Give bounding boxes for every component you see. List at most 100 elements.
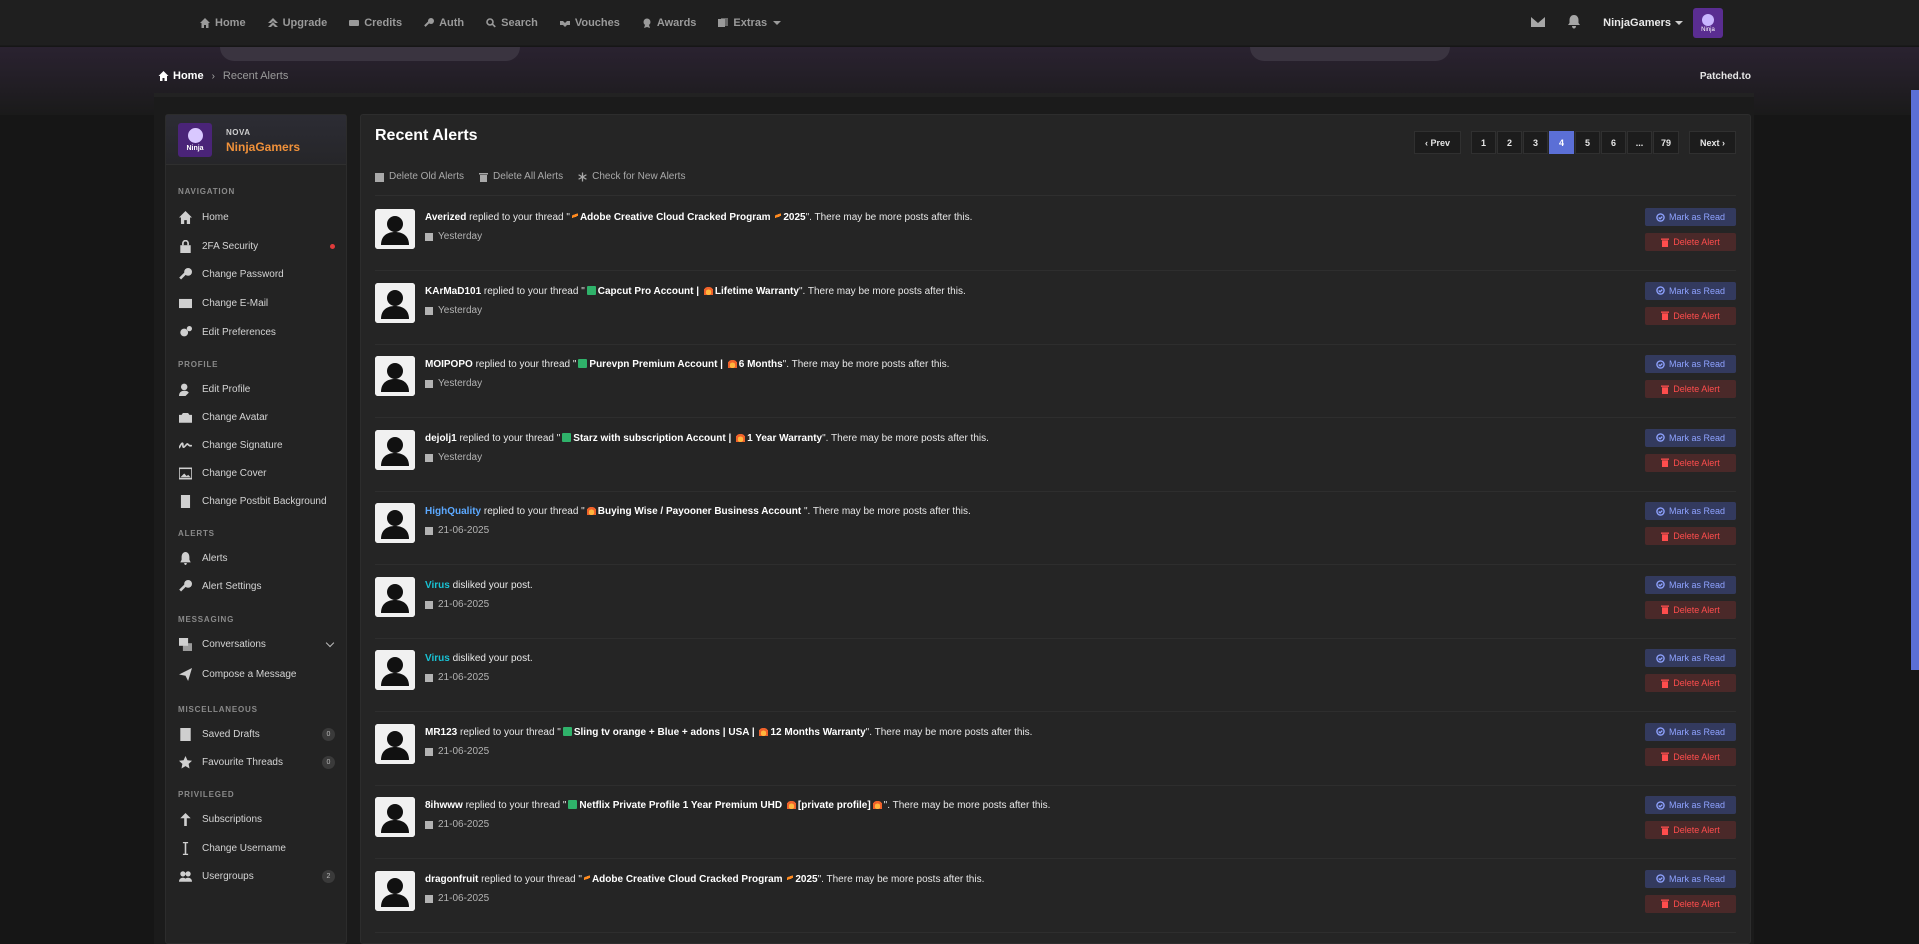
thread-title[interactable]: Adobe Creative Cloud Cracked Program bbox=[580, 212, 771, 223]
user-avatar[interactable] bbox=[375, 209, 415, 249]
alert-username[interactable]: MOIPOPO bbox=[425, 359, 473, 370]
user-avatar[interactable] bbox=[375, 503, 415, 543]
mark-as-read-button[interactable]: Mark as Read bbox=[1645, 355, 1736, 373]
site-name[interactable]: Patched.to bbox=[1700, 71, 1751, 82]
delete-alert-button[interactable]: Delete Alert bbox=[1645, 600, 1736, 619]
sidebar-item-edit-preferences[interactable]: Edit Preferences bbox=[178, 323, 338, 341]
nav-awards[interactable]: Awards bbox=[642, 17, 696, 29]
delete-alert-button[interactable]: Delete Alert bbox=[1645, 747, 1736, 766]
alert-username[interactable]: Virus bbox=[425, 580, 450, 591]
alert-username[interactable]: KArMaD101 bbox=[425, 286, 481, 297]
sidebar-item-change-email[interactable]: Change E-Mail bbox=[178, 294, 338, 312]
sidebar-item-subscriptions[interactable]: Subscriptions bbox=[178, 810, 338, 828]
sidebar-item-change-postbit-background[interactable]: Change Postbit Background bbox=[178, 492, 338, 510]
nav-home[interactable]: Home bbox=[200, 17, 246, 29]
mark-as-read-button[interactable]: Mark as Read bbox=[1645, 575, 1736, 594]
pagination-page[interactable]: 5 bbox=[1574, 131, 1600, 154]
pagination-ellipsis[interactable]: ... bbox=[1626, 131, 1652, 154]
delete-all-alerts-button[interactable]: Delete All Alerts bbox=[479, 171, 563, 182]
thread-title[interactable]: Purevpn Premium Account | bbox=[589, 359, 723, 370]
pagination-page[interactable]: 3 bbox=[1522, 131, 1548, 154]
sidebar-item-change-username[interactable]: Change Username bbox=[178, 839, 338, 857]
sidebar-item-change-signature[interactable]: Change Signature bbox=[178, 436, 338, 454]
alert-username[interactable]: HighQuality bbox=[425, 506, 481, 517]
sidebar-item-home[interactable]: Home bbox=[178, 208, 338, 226]
nav-search[interactable]: Search bbox=[486, 17, 538, 29]
alert-username[interactable]: dejolj1 bbox=[425, 433, 457, 444]
breadcrumb-home[interactable]: Home bbox=[158, 70, 204, 82]
delete-alert-button[interactable]: Delete Alert bbox=[1645, 453, 1736, 472]
mark-as-read-button[interactable]: Mark as Read bbox=[1645, 722, 1736, 741]
user-menu-caret-icon[interactable] bbox=[1675, 21, 1683, 25]
thread-title[interactable]: Adobe Creative Cloud Cracked Program bbox=[592, 874, 783, 885]
pagination-page[interactable]: 1 bbox=[1470, 131, 1496, 154]
nav-auth[interactable]: Auth bbox=[424, 17, 464, 29]
sidebar-item-edit-profile[interactable]: Edit Profile bbox=[178, 380, 338, 398]
sidebar-item-alert-settings[interactable]: Alert Settings bbox=[178, 577, 338, 595]
sidebar-item-change-avatar[interactable]: Change Avatar bbox=[178, 408, 338, 426]
mark-as-read-button[interactable]: Mark as Read bbox=[1645, 649, 1736, 667]
thread-title[interactable]: Capcut Pro Account | bbox=[598, 286, 699, 297]
mark-as-read-button[interactable]: Mark as Read bbox=[1645, 428, 1736, 447]
sidebar-item-conversations[interactable]: Conversations bbox=[178, 635, 338, 653]
page-scrollbar[interactable] bbox=[1911, 90, 1919, 670]
delete-alert-button[interactable]: Delete Alert bbox=[1645, 306, 1736, 325]
delete-alert-button[interactable]: Delete Alert bbox=[1645, 527, 1736, 545]
sidebar-item-alerts[interactable]: Alerts bbox=[178, 549, 338, 567]
alert-username[interactable]: dragonfruit bbox=[425, 874, 478, 885]
delete-alert-button[interactable]: Delete Alert bbox=[1645, 380, 1736, 398]
user-avatar[interactable] bbox=[375, 650, 415, 690]
delete-old-alerts-button[interactable]: Delete Old Alerts bbox=[375, 171, 464, 182]
nav-credits[interactable]: Credits bbox=[349, 17, 402, 29]
user-avatar[interactable] bbox=[375, 429, 415, 470]
user-avatar[interactable] bbox=[375, 870, 415, 911]
delete-alert-button[interactable]: Delete Alert bbox=[1645, 233, 1736, 251]
pagination-prev[interactable]: ‹ Prev bbox=[1413, 131, 1461, 154]
user-avatar[interactable] bbox=[375, 797, 415, 837]
thread-title[interactable]: Buying Wise / Payooner Business Account bbox=[598, 506, 801, 517]
thread-title[interactable]: Starz with subscription Account | bbox=[573, 433, 731, 444]
nav-extras[interactable]: Extras bbox=[718, 17, 782, 29]
user-avatar[interactable] bbox=[375, 282, 415, 323]
sidebar-item-2fa-security[interactable]: 2FA Security bbox=[178, 237, 338, 255]
mark-as-read-button[interactable]: Mark as Read bbox=[1645, 502, 1736, 520]
pagination-page[interactable]: 79 bbox=[1652, 131, 1679, 154]
delete-alert-button[interactable]: Delete Alert bbox=[1645, 894, 1736, 913]
user-cp-sidebar: Ninja NOVA NinjaGamers NAVIGATION Home 2… bbox=[165, 114, 347, 944]
pagination-page[interactable]: 2 bbox=[1496, 131, 1522, 154]
notifications-button[interactable] bbox=[1567, 15, 1583, 31]
avatar[interactable]: Ninja bbox=[1693, 8, 1723, 38]
nav-upgrade[interactable]: Upgrade bbox=[267, 17, 327, 29]
user-avatar[interactable] bbox=[375, 576, 415, 617]
thread-title[interactable]: Netflix Private Profile 1 Year Premium U… bbox=[579, 800, 782, 811]
pagination-page[interactable]: 6 bbox=[1600, 131, 1626, 154]
sidebar-item-change-cover[interactable]: Change Cover bbox=[178, 464, 338, 482]
sidebar-item-favourite-threads[interactable]: Favourite Threads 0 bbox=[178, 753, 338, 771]
user-avatar[interactable] bbox=[375, 356, 415, 396]
sidebar-item-change-password[interactable]: Change Password bbox=[178, 265, 338, 283]
sidebar-item-compose-message[interactable]: Compose a Message bbox=[178, 665, 338, 683]
mark-as-read-button[interactable]: Mark as Read bbox=[1645, 869, 1736, 888]
alert-username[interactable]: 8ihwww bbox=[425, 800, 463, 811]
mark-as-read-button[interactable]: Mark as Read bbox=[1645, 281, 1736, 300]
check-new-alerts-button[interactable]: Check for New Alerts bbox=[578, 171, 685, 182]
sidebar-item-saved-drafts[interactable]: Saved Drafts 0 bbox=[178, 725, 338, 743]
pagination-next[interactable]: Next › bbox=[1688, 131, 1736, 154]
alert-username[interactable]: Averized bbox=[425, 212, 466, 223]
delete-alert-button[interactable]: Delete Alert bbox=[1645, 821, 1736, 839]
user-menu-name[interactable]: NinjaGamers bbox=[1603, 17, 1671, 29]
alert-username[interactable]: MR123 bbox=[425, 727, 457, 738]
pagination-page-current[interactable]: 4 bbox=[1548, 131, 1574, 154]
delete-alert-button[interactable]: Delete Alert bbox=[1645, 674, 1736, 692]
sidebar-item-usergroups[interactable]: Usergroups 2 bbox=[178, 867, 338, 885]
user-avatar[interactable] bbox=[375, 723, 415, 764]
thread-title[interactable]: Sling tv orange + Blue + adons | USA | bbox=[574, 727, 755, 738]
messages-button[interactable] bbox=[1531, 15, 1547, 31]
mark-as-read-button[interactable]: Mark as Read bbox=[1645, 796, 1736, 814]
mark-as-read-button[interactable]: Mark as Read bbox=[1645, 208, 1736, 226]
sidebar-username[interactable]: NinjaGamers bbox=[226, 140, 300, 154]
alert-username[interactable]: Virus bbox=[425, 653, 450, 664]
nav-vouches[interactable]: Vouches bbox=[559, 17, 620, 29]
alert-date: 21-06-2025 bbox=[425, 819, 489, 830]
sidebar-avatar[interactable]: Ninja bbox=[178, 123, 212, 157]
